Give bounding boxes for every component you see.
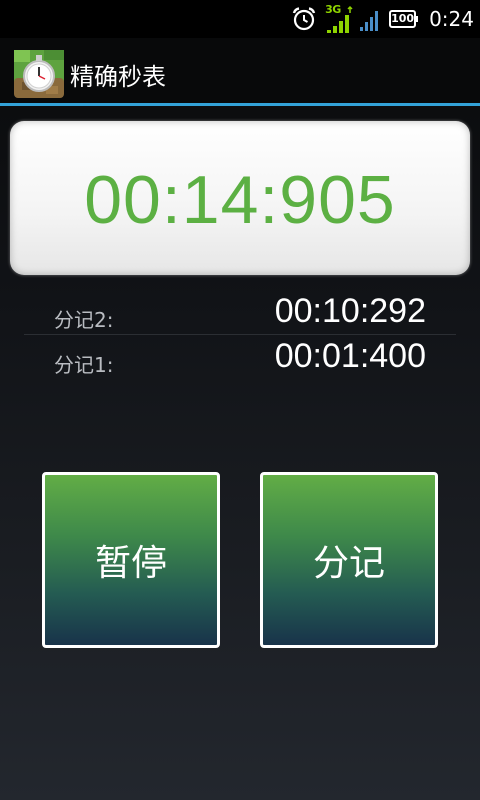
- timer-display: 00:14:905: [10, 121, 470, 275]
- lap-list: 分记2: 00:10:292 分记1: 00:01:400: [24, 290, 456, 379]
- status-clock: 0:24: [429, 7, 474, 31]
- pause-button[interactable]: 暂停: [42, 472, 220, 648]
- lap-time: 00:10:292: [274, 292, 426, 330]
- wifi-signal-icon: [360, 11, 379, 31]
- stopwatch-app-icon: [14, 50, 64, 98]
- lap-button[interactable]: 分记: [260, 472, 438, 648]
- lap-time: 00:01:400: [274, 337, 426, 375]
- elapsed-time: 00:14:905: [84, 162, 396, 238]
- status-bar: 3G 100 0:24: [0, 0, 480, 38]
- lap-row: 分记1: 00:01:400: [24, 335, 456, 379]
- status-icons: 3G 100 0:24: [291, 0, 480, 38]
- lap-label: 分记1:: [54, 353, 114, 377]
- app-bar: 精确秒表: [0, 38, 480, 106]
- lap-row: 分记2: 00:10:292: [24, 290, 456, 335]
- battery-level: 100: [391, 12, 415, 25]
- alarm-clock-icon: [292, 7, 316, 31]
- mobile-signal-icon: 3G: [325, 3, 353, 34]
- app-title: 精确秒表: [70, 63, 166, 91]
- stopwatch-screen: 3G 100 0:24 精确秒表 00:14:905 分记2: 00:10:29…: [0, 0, 480, 800]
- battery-icon: 100: [389, 10, 419, 28]
- lap-label: 分记2:: [54, 308, 114, 332]
